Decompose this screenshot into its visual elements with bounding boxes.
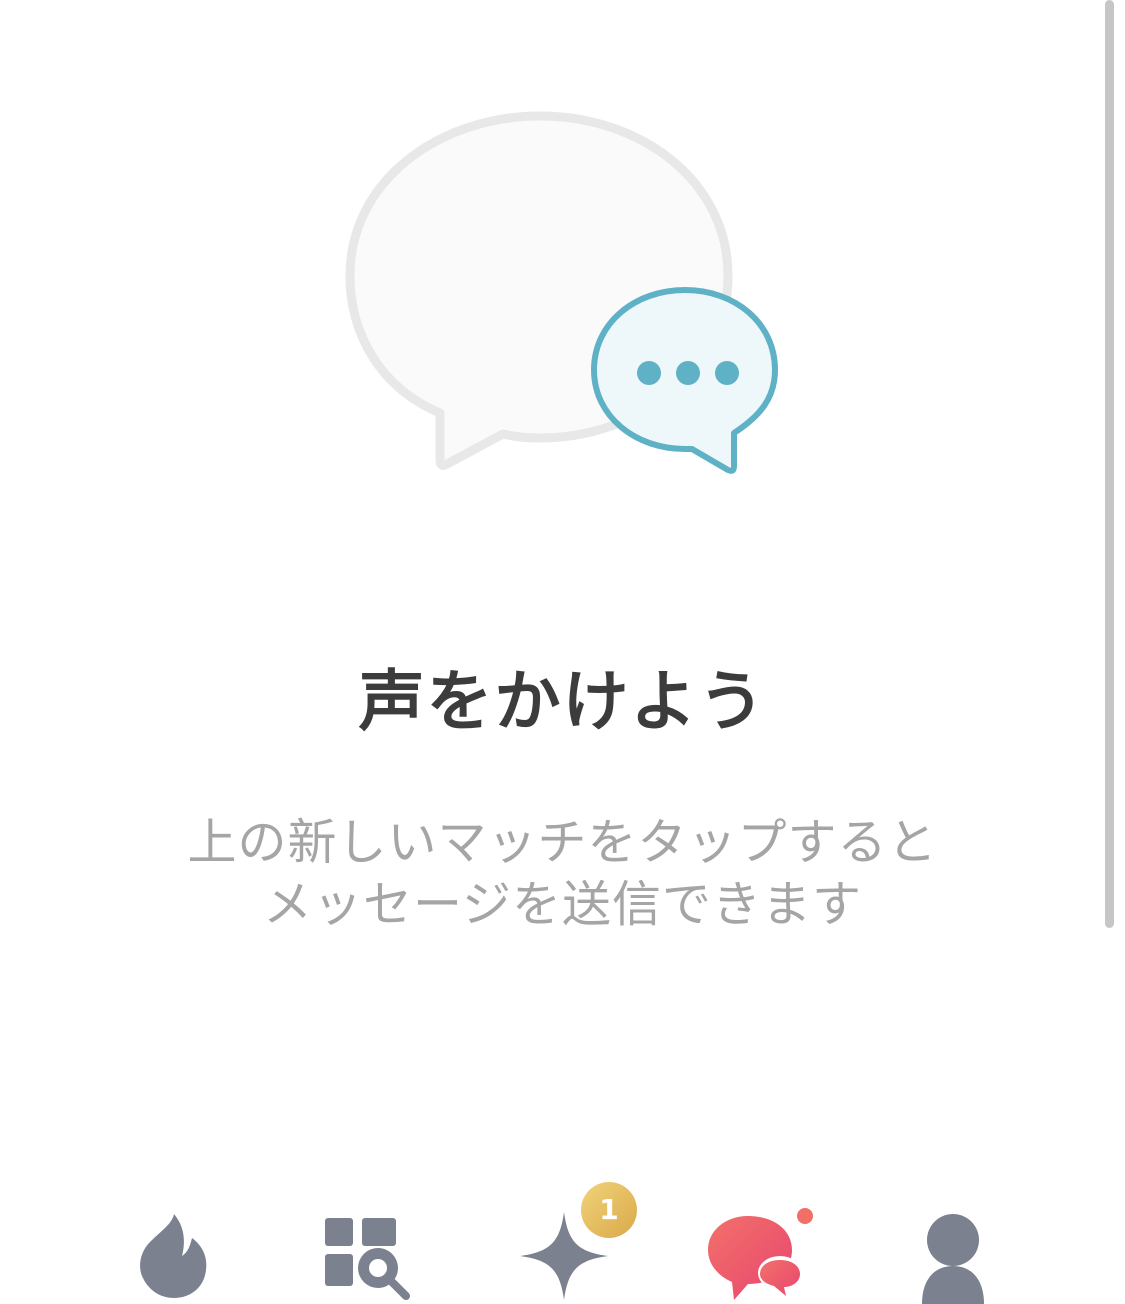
tab-messages[interactable] (704, 1180, 804, 1304)
tab-profile[interactable] (920, 1180, 986, 1304)
chat-bubbles-icon (340, 108, 790, 480)
subtitle-line-2: メッセージを送信できます (262, 876, 863, 933)
person-icon (922, 1214, 984, 1304)
flame-icon (140, 1214, 207, 1298)
empty-state-subtitle: 上の新しいマッチをタップすると メッセージを送信できます (0, 812, 1125, 936)
messages-notification-dot (797, 1208, 813, 1224)
explore-search-icon (325, 1218, 410, 1300)
tab-home[interactable] (134, 1180, 214, 1304)
chat-icon (708, 1216, 802, 1300)
empty-state-title: 声をかけよう (358, 663, 767, 740)
gold-badge: 1 (581, 1182, 637, 1238)
scrollbar[interactable] (1105, 0, 1114, 928)
tab-explore[interactable] (322, 1180, 414, 1304)
subtitle-line-1: 上の新しいマッチをタップすると (187, 814, 938, 871)
bottom-tab-bar (0, 1180, 1125, 1304)
